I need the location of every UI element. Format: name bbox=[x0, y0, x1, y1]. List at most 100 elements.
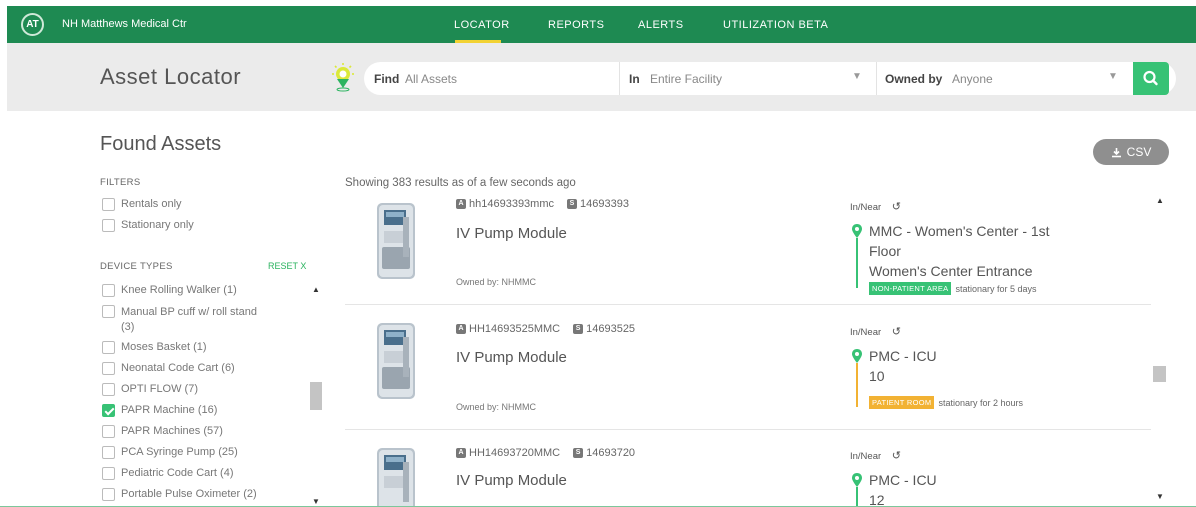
reset-device-types-button[interactable]: RESET X bbox=[268, 261, 306, 271]
scrollbar-thumb[interactable] bbox=[310, 382, 322, 410]
checkbox[interactable] bbox=[102, 425, 115, 438]
device-type-item[interactable]: Pediatric Code Cart (4) bbox=[102, 467, 234, 480]
search-bar: Find All Assets In Entire Facility ▼ Own… bbox=[364, 62, 1176, 95]
checkbox-checked[interactable] bbox=[102, 404, 115, 417]
result-card[interactable]: A HH14693525MMC S 14693525 IV Pump Modul… bbox=[345, 305, 1151, 430]
scrollbar-thumb[interactable] bbox=[1153, 366, 1166, 382]
device-type-item[interactable]: Knee Rolling Walker (1) bbox=[102, 284, 237, 297]
find-input[interactable]: All Assets bbox=[405, 72, 457, 86]
status-badge: NON-PATIENT AREA bbox=[869, 282, 952, 295]
tab-utilization-beta[interactable]: UTILIZATION BETA bbox=[723, 19, 828, 31]
csv-label: CSV bbox=[1126, 145, 1152, 159]
history-icon[interactable]: ↺ bbox=[892, 450, 901, 462]
map-pin-icon bbox=[852, 224, 862, 238]
location-pin-icon bbox=[332, 63, 354, 92]
asset-tag-line: A HH14693525MMC S 14693525 bbox=[456, 323, 635, 335]
checkbox[interactable] bbox=[102, 488, 115, 501]
filter-stationary-only[interactable]: Stationary only bbox=[102, 219, 194, 232]
iv-pump-image bbox=[377, 448, 415, 507]
checkbox[interactable] bbox=[102, 305, 115, 318]
checkbox[interactable] bbox=[102, 341, 115, 354]
checkbox[interactable] bbox=[102, 362, 115, 375]
scroll-down-icon[interactable]: ▼ bbox=[1156, 492, 1164, 501]
asset-name[interactable]: IV Pump Module bbox=[456, 225, 567, 242]
result-card[interactable]: A HH14693720MMC S 14693720 IV Pump Modul… bbox=[345, 430, 1151, 507]
filters-heading: FILTERS bbox=[100, 177, 141, 188]
filter-rentals-only[interactable]: Rentals only bbox=[102, 198, 182, 211]
app-logo[interactable]: AT bbox=[21, 13, 44, 36]
iv-pump-image bbox=[377, 203, 415, 279]
device-type-item[interactable]: PAPR Machine (16) bbox=[102, 404, 217, 417]
filter-label: Rentals only bbox=[121, 198, 182, 210]
history-icon[interactable]: ↺ bbox=[892, 201, 901, 213]
checkbox[interactable] bbox=[102, 198, 115, 211]
scroll-down-icon[interactable]: ▼ bbox=[312, 497, 320, 506]
tab-reports[interactable]: REPORTS bbox=[548, 19, 604, 31]
area-status: NON-PATIENT AREA stationary for 5 days bbox=[869, 282, 1037, 295]
device-type-item[interactable]: PAPR Machines (57) bbox=[102, 425, 223, 438]
device-type-item[interactable]: OPTI FLOW (7) bbox=[102, 383, 198, 396]
device-type-item[interactable]: Manual BP cuff w/ roll stand (3) bbox=[102, 305, 257, 335]
csv-download-button[interactable]: CSV bbox=[1093, 139, 1169, 165]
in-label: In bbox=[629, 72, 640, 86]
serial-icon: S bbox=[573, 324, 584, 334]
serial-number: 14693393 bbox=[580, 198, 629, 210]
in-near-label: In/Near ↺ bbox=[850, 326, 902, 338]
scroll-up-icon[interactable]: ▲ bbox=[312, 285, 320, 294]
checkbox[interactable] bbox=[102, 467, 115, 480]
device-type-label: Neonatal Code Cart (6) bbox=[121, 362, 235, 374]
results-scrollbar[interactable] bbox=[1153, 191, 1166, 507]
map-pin-icon bbox=[852, 349, 862, 363]
asset-tag-icon: A bbox=[456, 448, 466, 458]
divider bbox=[876, 62, 877, 95]
location-line bbox=[856, 487, 858, 507]
asset-tag: HH14693720MMC bbox=[469, 447, 561, 459]
device-type-item[interactable]: PCA Syringe Pump (25) bbox=[102, 446, 238, 459]
in-near-label: In/Near ↺ bbox=[850, 450, 902, 462]
device-type-item[interactable]: Neonatal Code Cart (6) bbox=[102, 362, 235, 375]
download-icon bbox=[1111, 147, 1121, 157]
divider bbox=[619, 62, 620, 95]
device-type-item[interactable]: Portable Pulse Oximeter (2) bbox=[102, 488, 257, 501]
device-type-label: PAPR Machines (57) bbox=[121, 425, 223, 437]
serial-icon: S bbox=[573, 448, 584, 458]
checkbox[interactable] bbox=[102, 446, 115, 459]
device-types-heading: DEVICE TYPES bbox=[100, 261, 173, 272]
device-type-label: Moses Basket (1) bbox=[121, 341, 207, 353]
device-type-label: Portable Pulse Oximeter (2) bbox=[121, 488, 257, 500]
results-count: Showing 383 results as of a few seconds … bbox=[345, 177, 576, 189]
tab-alerts[interactable]: ALERTS bbox=[638, 19, 684, 31]
asset-name[interactable]: IV Pump Module bbox=[456, 472, 567, 489]
in-select[interactable]: Entire Facility bbox=[650, 72, 722, 86]
facility-name: NH Matthews Medical Ctr bbox=[62, 18, 187, 30]
asset-name[interactable]: IV Pump Module bbox=[456, 349, 567, 366]
tab-locator[interactable]: LOCATOR bbox=[454, 19, 510, 31]
asset-tag-line: A hh14693393mmc S 14693393 bbox=[456, 198, 629, 210]
top-nav-bar: AT NH Matthews Medical Ctr LOCATOR REPOR… bbox=[7, 6, 1196, 43]
search-button[interactable] bbox=[1133, 62, 1169, 95]
stationary-text: stationary for 5 days bbox=[955, 283, 1037, 294]
serial-number: 14693525 bbox=[586, 323, 636, 335]
find-label: Find bbox=[374, 72, 400, 86]
page-title: Asset Locator bbox=[100, 64, 242, 89]
found-assets-title: Found Assets bbox=[100, 133, 222, 155]
chevron-down-icon[interactable]: ▼ bbox=[1108, 71, 1118, 82]
chevron-down-icon[interactable]: ▼ bbox=[852, 71, 862, 82]
status-badge: PATIENT ROOM bbox=[869, 396, 935, 409]
owned-by-select[interactable]: Anyone bbox=[952, 72, 993, 86]
location-text: MMC - Women's Center - 1st Floor Women's… bbox=[869, 223, 1050, 279]
device-type-item[interactable]: Moses Basket (1) bbox=[102, 341, 207, 354]
location-line bbox=[856, 363, 858, 407]
device-type-label: Pediatric Code Cart (4) bbox=[121, 467, 234, 479]
scroll-up-icon[interactable]: ▲ bbox=[1156, 196, 1164, 205]
location-line bbox=[856, 238, 858, 288]
device-type-label: Manual BP cuff w/ roll stand (3) bbox=[121, 306, 257, 333]
serial-number: 14693720 bbox=[586, 447, 636, 459]
owned-by-label: Owned by bbox=[885, 72, 943, 86]
checkbox[interactable] bbox=[102, 284, 115, 297]
asset-tag-icon: A bbox=[456, 324, 466, 334]
result-card[interactable]: A hh14693393mmc S 14693393 IV Pump Modul… bbox=[345, 191, 1151, 305]
checkbox[interactable] bbox=[102, 219, 115, 232]
history-icon[interactable]: ↺ bbox=[892, 326, 901, 338]
checkbox[interactable] bbox=[102, 383, 115, 396]
